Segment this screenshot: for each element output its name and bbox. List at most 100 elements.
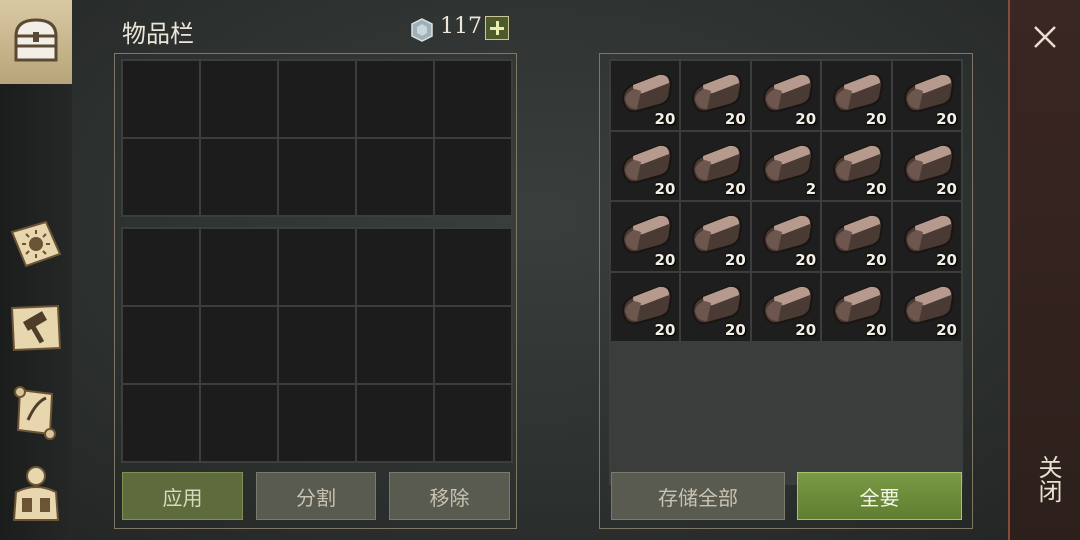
item-quantity: 20 (936, 250, 957, 269)
item-quantity: 20 (865, 321, 887, 340)
iron-ingot-icon (903, 285, 954, 325)
currency-amount: 117 (440, 14, 482, 39)
storage-slot[interactable]: 20 (751, 61, 821, 130)
inventory-grid-top (121, 59, 513, 217)
split-button[interactable]: 分割 (256, 472, 376, 520)
storage-slot[interactable]: 20 (822, 202, 891, 271)
inventory-grid-bottom (121, 227, 513, 463)
storage-slot[interactable]: 20 (822, 272, 891, 342)
iron-ingot-icon (903, 214, 954, 254)
iron-ingot-icon (833, 285, 884, 325)
remove-button[interactable]: 移除 (389, 472, 510, 520)
item-quantity: 20 (865, 109, 887, 128)
iron-ingot-icon (692, 73, 743, 113)
inventory-slot[interactable] (201, 229, 277, 305)
inventory-slot[interactable] (357, 61, 433, 137)
iron-ingot-icon (621, 144, 673, 183)
inventory-slot[interactable] (123, 61, 199, 137)
iron-ingot-icon (762, 285, 813, 325)
storage-slot[interactable]: 20 (681, 202, 750, 271)
nav-tab-inventory[interactable] (0, 0, 72, 84)
item-quantity: 20 (724, 250, 746, 269)
inventory-slot[interactable] (201, 61, 277, 137)
iron-ingot-icon (621, 214, 673, 254)
storage-slot[interactable]: 20 (611, 61, 680, 130)
storage-slot[interactable]: 20 (681, 61, 750, 130)
add-currency-button[interactable] (485, 16, 509, 40)
storage-slot[interactable]: 20 (892, 272, 961, 342)
item-quantity: 20 (795, 250, 817, 269)
storage-slot-empty[interactable] (681, 343, 750, 412)
storage-slot[interactable]: 20 (822, 61, 891, 130)
chest-icon (14, 18, 58, 62)
iron-ingot-icon (833, 73, 884, 113)
inventory-slot[interactable] (279, 61, 355, 137)
item-quantity: 20 (724, 109, 746, 128)
iron-ingot-icon (621, 285, 673, 325)
storage-slot[interactable]: 20 (892, 202, 961, 271)
inventory-slot[interactable] (435, 229, 511, 305)
storage-slot[interactable]: 20 (751, 272, 821, 342)
inventory-slot[interactable] (357, 307, 433, 383)
inventory-slot[interactable] (279, 229, 355, 305)
storage-slot[interactable]: 20 (681, 272, 750, 342)
iron-ingot-icon (692, 144, 743, 183)
inventory-slot[interactable] (123, 139, 199, 215)
inventory-slot[interactable] (123, 307, 199, 383)
inventory-slot[interactable] (279, 385, 355, 461)
iron-ingot-icon (903, 73, 954, 113)
iron-ingot-icon (833, 214, 884, 254)
item-quantity: 20 (936, 180, 957, 199)
inventory-slot[interactable] (123, 229, 199, 305)
storage-slot[interactable]: 20 (751, 202, 821, 271)
inventory-slot[interactable] (201, 307, 277, 383)
storage-slot[interactable]: 20 (611, 202, 680, 271)
storage-slot-empty[interactable] (751, 343, 821, 412)
storage-slot[interactable]: 2 (751, 131, 821, 201)
storage-slot[interactable]: 20 (822, 131, 891, 201)
storage-slot-empty[interactable] (822, 343, 891, 412)
iron-ingot-icon (692, 285, 743, 325)
hammer-map-icon (10, 304, 62, 352)
item-quantity: 20 (795, 321, 817, 340)
storage-slot[interactable]: 20 (681, 131, 750, 201)
inventory-slot[interactable] (357, 385, 433, 461)
inventory-slot[interactable] (279, 307, 355, 383)
inventory-slot[interactable] (201, 139, 277, 215)
inventory-slot[interactable] (435, 139, 511, 215)
inventory-slot[interactable] (279, 139, 355, 215)
gem-currency-icon (411, 18, 433, 42)
storage-slot[interactable]: 20 (892, 61, 961, 130)
iron-ingot-icon (833, 144, 884, 183)
character-icon (12, 466, 60, 521)
storage-slot-empty[interactable] (892, 343, 961, 412)
close-label: 关闭 (1034, 455, 1062, 503)
item-quantity: 20 (724, 321, 746, 340)
iron-ingot-icon (692, 214, 743, 254)
storage-slot[interactable]: 20 (892, 131, 961, 201)
item-quantity: 20 (865, 250, 887, 269)
item-quantity: 20 (654, 109, 676, 128)
iron-ingot-icon (762, 214, 813, 254)
inventory-slot[interactable] (435, 61, 511, 137)
storage-slot[interactable]: 20 (611, 272, 680, 342)
item-quantity: 20 (795, 109, 817, 128)
iron-ingot-icon (621, 73, 673, 113)
item-quantity: 20 (936, 321, 957, 340)
store-all-button[interactable]: 存储全部 (611, 472, 785, 520)
iron-ingot-icon (762, 144, 813, 183)
inventory-slot[interactable] (201, 385, 277, 461)
inventory-slot[interactable] (435, 307, 511, 383)
apply-button[interactable]: 应用 (122, 472, 243, 520)
close-icon[interactable] (1030, 22, 1060, 52)
inventory-slot[interactable] (357, 139, 433, 215)
storage-slot[interactable]: 20 (611, 131, 680, 201)
item-quantity: 20 (654, 250, 676, 269)
inventory-slot[interactable] (435, 385, 511, 461)
iron-ingot-icon (762, 73, 813, 113)
storage-slot-empty[interactable] (611, 343, 680, 412)
inventory-slot[interactable] (123, 385, 199, 461)
item-quantity: 2 (805, 180, 817, 199)
inventory-slot[interactable] (357, 229, 433, 305)
take-all-button[interactable]: 全要 (797, 472, 962, 520)
